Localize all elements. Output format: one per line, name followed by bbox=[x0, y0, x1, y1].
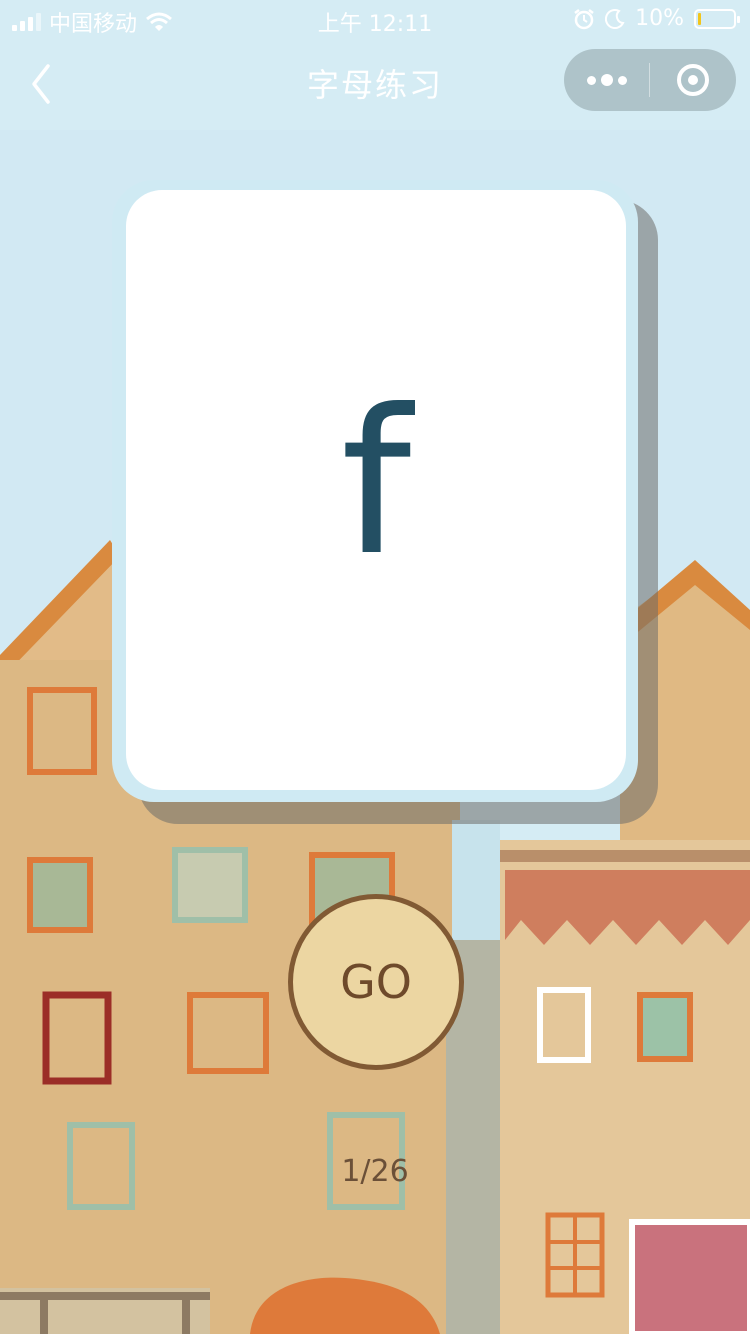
go-button[interactable]: GO bbox=[288, 894, 464, 1070]
status-bar: 中国移动 上午 12:11 10% bbox=[0, 0, 750, 40]
signal-icon bbox=[12, 13, 41, 31]
more-button[interactable] bbox=[564, 49, 650, 111]
battery-fill bbox=[698, 12, 701, 25]
chevron-left-icon bbox=[32, 64, 50, 104]
status-left: 中国移动 bbox=[12, 6, 173, 38]
close-miniprogram-button[interactable] bbox=[650, 49, 736, 111]
target-circle-icon bbox=[677, 64, 709, 96]
battery-icon bbox=[694, 8, 740, 29]
progress-counter: 1/26 bbox=[341, 1154, 409, 1189]
wifi-icon bbox=[146, 12, 172, 31]
nav-bar: 字母练习 bbox=[0, 40, 750, 128]
letter-display: f bbox=[340, 367, 412, 600]
battery-percent: 10% bbox=[635, 6, 684, 31]
letter-card: f bbox=[126, 190, 626, 790]
more-dots-icon bbox=[587, 75, 596, 85]
back-button[interactable] bbox=[22, 60, 62, 108]
moon-icon bbox=[605, 8, 625, 29]
menu-capsule bbox=[564, 49, 736, 111]
status-right: 10% bbox=[573, 6, 740, 31]
carrier-label: 中国移动 bbox=[49, 12, 138, 37]
alarm-icon bbox=[574, 8, 594, 29]
